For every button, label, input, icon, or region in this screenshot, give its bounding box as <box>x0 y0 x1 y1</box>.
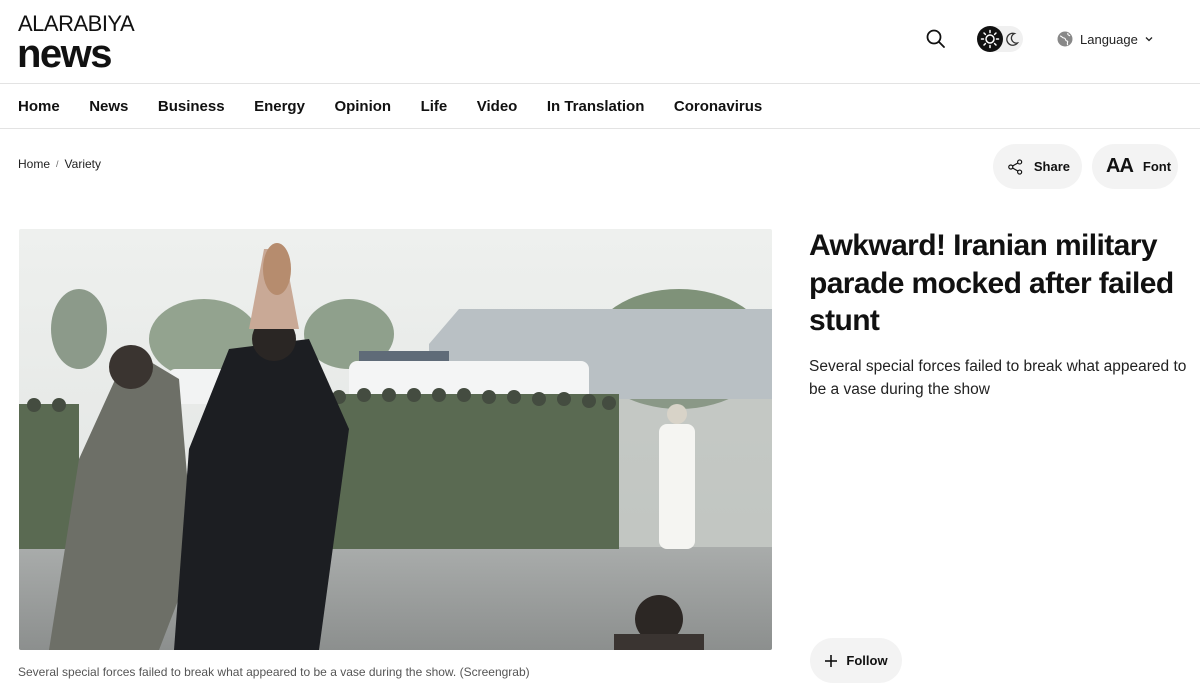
follow-label: Follow <box>846 653 888 668</box>
breadcrumb-section[interactable]: Variety <box>65 157 101 171</box>
nav-item-business[interactable]: Business <box>158 98 225 115</box>
breadcrumb: Home / Variety <box>18 157 101 171</box>
article-hero-image <box>19 229 772 650</box>
moon-icon <box>1006 32 1020 46</box>
plus-icon <box>825 654 838 667</box>
search-icon[interactable] <box>925 28 947 50</box>
chevron-down-icon <box>1145 37 1153 42</box>
site-header: ALARABIYA news Language <box>0 0 1200 84</box>
theme-toggle[interactable] <box>977 26 1023 52</box>
nav-item-life[interactable]: Life <box>421 98 448 115</box>
globe-icon <box>1057 31 1073 47</box>
main-navigation: Home News Business Energy Opinion Life V… <box>0 84 1200 129</box>
image-caption: Several special forces failed to break w… <box>18 665 530 679</box>
share-icon <box>1008 158 1023 175</box>
font-label: Font <box>1142 159 1172 174</box>
breadcrumb-home[interactable]: Home <box>18 157 50 171</box>
site-logo[interactable]: ALARABIYA news <box>17 12 138 77</box>
font-size-icon: AA <box>1106 155 1134 177</box>
nav-item-coronavirus[interactable]: Coronavirus <box>674 98 762 115</box>
nav-item-opinion[interactable]: Opinion <box>334 98 391 115</box>
breadcrumb-separator: / <box>56 159 59 169</box>
language-selector[interactable]: Language <box>1056 28 1154 50</box>
share-button[interactable]: Share <box>993 144 1082 189</box>
article-subheadline: Several special forces failed to break w… <box>809 358 1187 398</box>
logo-bottom-text: news <box>17 32 113 76</box>
nav-item-news[interactable]: News <box>89 98 128 115</box>
sun-icon <box>977 26 1003 52</box>
nav-item-in-translation[interactable]: In Translation <box>547 98 645 115</box>
share-label: Share <box>1033 159 1070 174</box>
nav-item-energy[interactable]: Energy <box>254 98 305 115</box>
follow-button[interactable]: Follow <box>810 638 902 683</box>
article-headline: Awkward! Iranian military parade mocked … <box>809 229 1174 337</box>
font-size-button[interactable]: AA Font <box>1092 144 1178 189</box>
nav-item-home[interactable]: Home <box>18 98 60 115</box>
nav-item-video[interactable]: Video <box>477 98 518 115</box>
language-label: Language <box>1080 31 1138 47</box>
